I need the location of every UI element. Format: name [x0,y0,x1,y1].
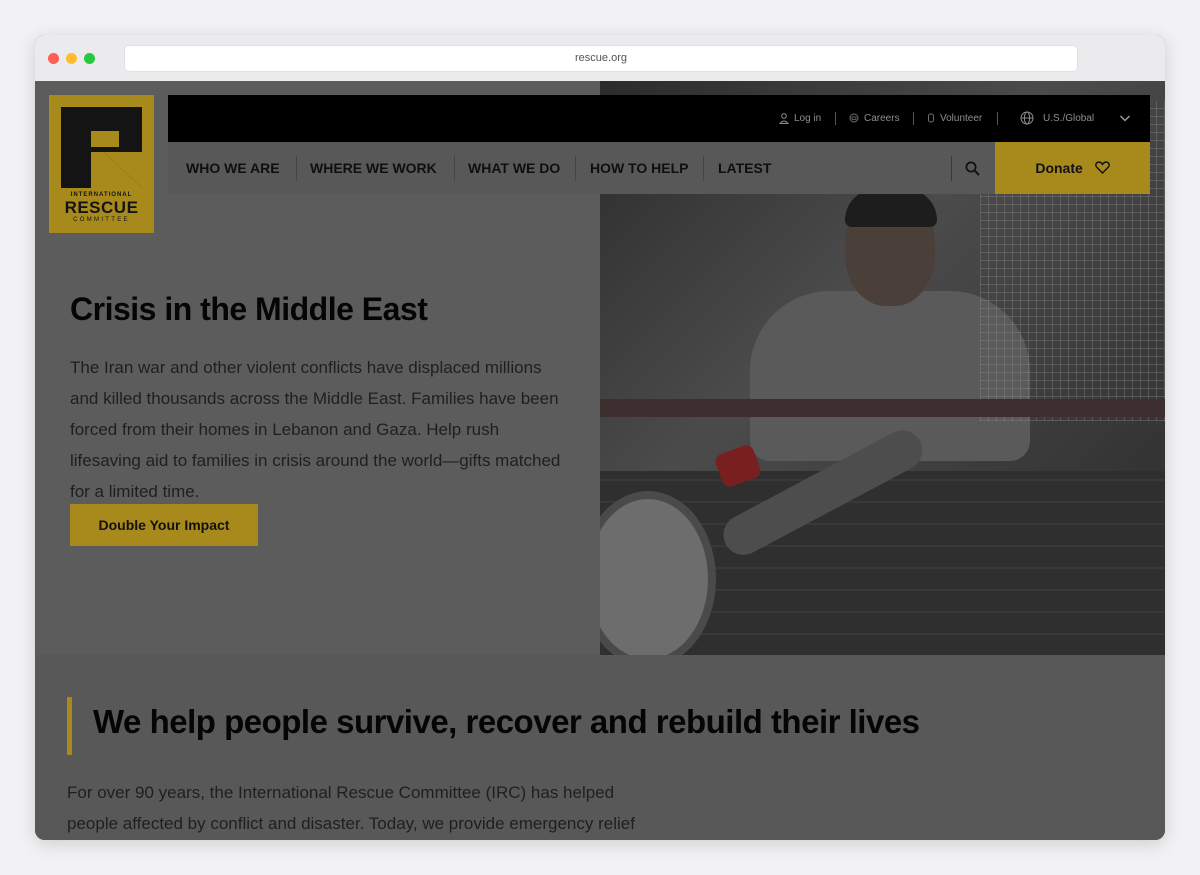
browser-window: rescue.org INTERNATIONAL RESCUE COMMITTE… [35,35,1165,840]
nav-divider [575,156,576,181]
mission-section: We help people survive, recover and rebu… [35,655,1165,840]
hero-body: The Iran war and other violent conflicts… [70,358,561,501]
nav-divider [454,156,455,181]
utility-divider [997,112,998,125]
photo-child-hair [845,189,937,227]
search-button[interactable] [951,156,991,181]
page-viewport: INTERNATIONAL RESCUE COMMITTEE Log in Ca… [35,81,1165,840]
nav-divider [296,156,297,181]
close-window-button[interactable] [48,53,59,64]
nav-item-where-we-work[interactable]: WHERE WE WORK [310,142,437,194]
user-icon [779,113,789,124]
volunteer-label: Volunteer [940,113,983,124]
irc-logo-mark-icon [61,107,142,188]
maximize-window-button[interactable] [84,53,95,64]
utility-divider [913,112,914,125]
utility-bar: Log in Careers Volunteer U.S./Global [168,95,1150,142]
globe-icon [1020,111,1034,125]
hand-icon [928,113,934,123]
double-your-impact-button[interactable]: Double Your Impact [70,504,258,546]
nav-item-who-we-are[interactable]: WHO WE ARE [186,142,280,194]
chevron-down-icon[interactable] [1119,114,1131,123]
careers-label: Careers [864,113,900,124]
minimize-window-button[interactable] [66,53,77,64]
search-icon [965,161,980,176]
main-nav: WHO WE ARE WHERE WE WORK WHAT WE DO HOW … [168,142,1150,194]
donate-label: Donate [1035,160,1083,176]
nav-divider [703,156,704,181]
logo-text-rescue: RESCUE [64,198,139,217]
login-label: Log in [794,113,822,124]
search-divider [951,156,952,181]
careers-link[interactable]: Careers [849,95,900,142]
region-label: U.S./Global [1043,113,1095,124]
volunteer-link[interactable]: Volunteer [927,95,982,142]
photo-rail [600,399,1165,417]
section-accent-bar [67,697,72,755]
browser-toolbar: rescue.org [35,35,1165,82]
heart-icon [1094,161,1110,175]
region-selector[interactable]: U.S./Global [1020,95,1094,142]
nav-item-what-we-do[interactable]: WHAT WE DO [468,142,560,194]
utility-divider [835,112,836,125]
donate-button[interactable]: Donate [995,142,1150,194]
login-link[interactable]: Log in [779,95,821,142]
mission-title: We help people survive, recover and rebu… [93,703,920,740]
address-bar[interactable]: rescue.org [124,45,1078,72]
nav-item-how-to-help[interactable]: HOW TO HELP [590,142,689,194]
nav-item-latest[interactable]: LATEST [718,142,771,194]
logo-text-committee: COMMITTEE [73,217,130,223]
mission-body: For over 90 years, the International Res… [67,783,635,833]
briefcase-icon [849,113,859,123]
irc-logo[interactable]: INTERNATIONAL RESCUE COMMITTEE [49,95,154,233]
hero-title: Crisis in the Middle East [70,291,428,327]
